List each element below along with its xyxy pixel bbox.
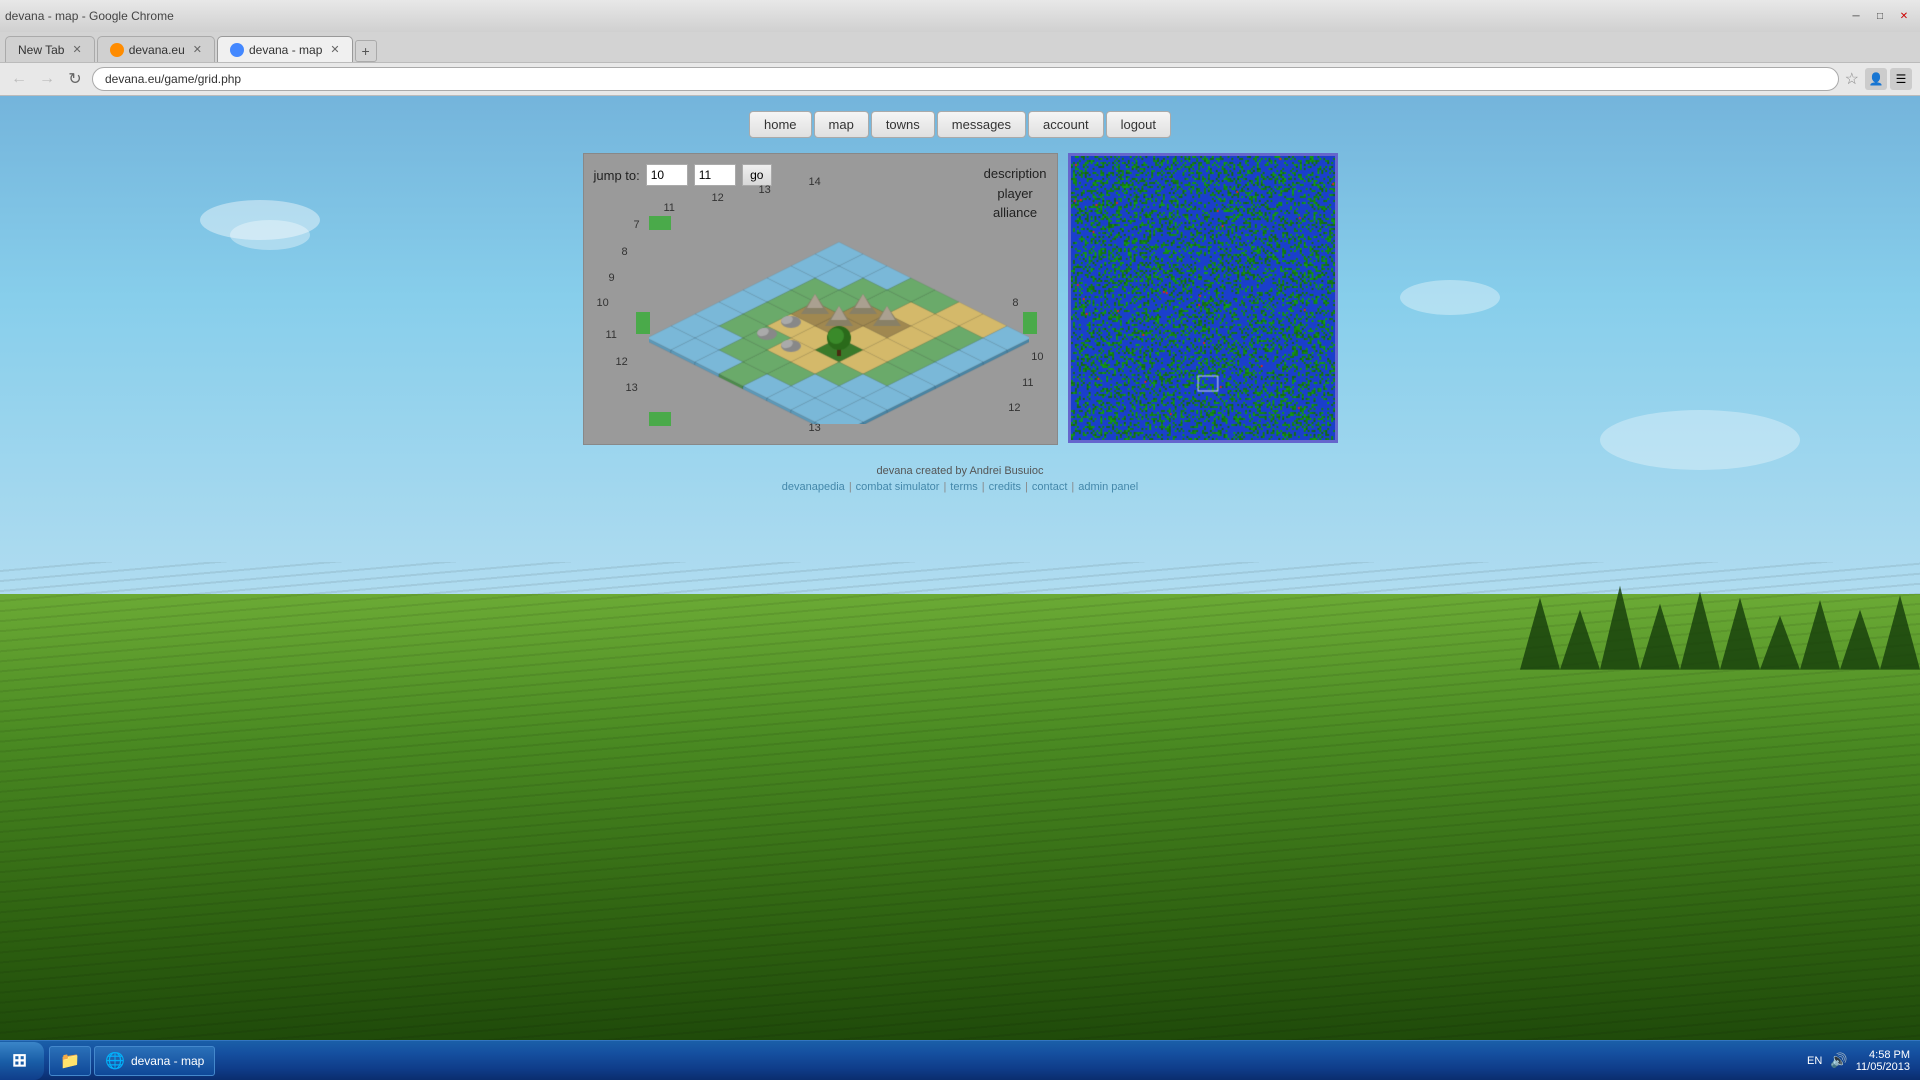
footer-credits[interactable]: credits [989,481,1021,493]
taskbar-task-folder[interactable]: 📁 [49,1046,91,1076]
address-input[interactable] [92,67,1839,91]
arrow-left-button[interactable] [636,312,650,334]
jump-label: jump to: [594,168,640,183]
coord-10-left: 10 [597,297,609,309]
game-area: jump to: go description player alliance … [583,153,1338,445]
taskbar-time: 4:58 PM 11/05/2013 [1856,1049,1910,1073]
new-tab-button[interactable]: + [355,40,377,62]
coord-8-left: 8 [622,246,628,258]
coord-12-left: 12 [616,356,628,368]
tab-label: devana - map [249,43,322,57]
iso-grid-wrapper: 7 8 9 10 11 12 13 11 12 13 14 8 9 10 11 … [594,194,1049,434]
go-button[interactable]: go [742,164,772,186]
tab-label: New Tab [18,43,64,57]
window-controls: ─ □ ✕ [1845,5,1915,27]
footer-contact[interactable]: contact [1032,481,1067,493]
date-display: 11/05/2013 [1856,1061,1910,1073]
user-icon[interactable]: 👤 [1865,68,1887,90]
volume-icon: 🔊 [1830,1052,1847,1069]
tab-close-icon[interactable]: ✕ [72,43,81,56]
footer-devanapedia[interactable]: devanapedia [782,481,845,493]
window-title: devana - map - Google Chrome [5,9,174,23]
folder-icon: 📁 [60,1051,80,1071]
footer-admin-panel[interactable]: admin panel [1078,481,1138,493]
map-panel: jump to: go description player alliance … [583,153,1058,445]
navigation-bar: home map towns messages account logout [749,111,1171,138]
footer-links: devanapedia | combat simulator | terms |… [782,481,1138,493]
jump-x-input[interactable] [646,164,688,186]
footer-combat-simulator[interactable]: combat simulator [856,481,940,493]
maximize-button[interactable]: □ [1869,5,1891,27]
coord-13-left: 13 [626,382,638,394]
minimize-button[interactable]: ─ [1845,5,1867,27]
tab-devana-eu[interactable]: devana.eu ✕ [97,36,215,62]
tab-new-tab[interactable]: New Tab ✕ [5,36,95,62]
time-display: 4:58 PM [1856,1049,1910,1061]
start-button[interactable]: ⊞ [0,1042,44,1080]
back-button[interactable]: ← [8,68,30,90]
coord-12-top: 12 [712,192,724,204]
taskbar-chrome-label: devana - map [131,1054,204,1068]
coord-9-left: 9 [609,272,615,284]
browser-chrome: devana - map - Google Chrome ─ □ ✕ New T… [0,0,1920,96]
taskbar-task-chrome[interactable]: 🌐 devana - map [94,1046,215,1076]
minimap-canvas[interactable] [1071,156,1335,440]
bookmark-star-icon[interactable]: ☆ [1845,69,1859,89]
taskbar-tasks: 📁 🌐 devana - map [44,1046,1797,1076]
footer-terms[interactable]: terms [950,481,978,493]
jump-y-input[interactable] [694,164,736,186]
chrome-icon: 🌐 [105,1051,125,1071]
page-footer: devana created by Andrei Busuioc devanap… [782,465,1138,493]
coord-14-top: 14 [809,176,821,188]
toolbar-icons: 👤 ☰ [1865,68,1912,90]
nav-account[interactable]: account [1028,111,1104,138]
taskbar: ⊞ 📁 🌐 devana - map EN 🔊 4:58 PM 11/05/20… [0,1040,1920,1080]
favicon-devana-map [230,43,244,57]
nav-logout[interactable]: logout [1106,111,1171,138]
footer-credit: devana created by Andrei Busuioc [782,465,1138,477]
coord-13-top: 13 [759,184,771,196]
coord-11-top: 11 [664,202,675,214]
tabs-bar: New Tab ✕ devana.eu ✕ devana - map ✕ + [0,32,1920,62]
nav-towns[interactable]: towns [871,111,935,138]
forward-button[interactable]: → [36,68,58,90]
nav-messages[interactable]: messages [937,111,1026,138]
address-bar-row: ← → ↻ ☆ 👤 ☰ [0,62,1920,96]
tab-close-icon[interactable]: ✕ [193,43,202,56]
coord-10-right: 10 [1031,351,1043,363]
map-description-label: description [984,164,1047,184]
coord-11-left: 11 [606,329,617,341]
close-button[interactable]: ✕ [1893,5,1915,27]
isometric-map[interactable] [649,224,1029,424]
menu-icon[interactable]: ☰ [1890,68,1912,90]
tab-close-icon[interactable]: ✕ [330,43,339,56]
title-bar: devana - map - Google Chrome ─ □ ✕ [0,0,1920,32]
nav-map[interactable]: map [814,111,869,138]
minimap-panel[interactable] [1068,153,1338,443]
tab-label: devana.eu [129,43,185,57]
windows-logo: ⊞ [12,1050,27,1071]
coord-7-left: 7 [634,219,640,231]
tab-devana-map[interactable]: devana - map ✕ [217,36,353,62]
favicon-devana-eu [110,43,124,57]
reload-button[interactable]: ↻ [64,68,86,90]
nav-home[interactable]: home [749,111,812,138]
taskbar-right: EN 🔊 4:58 PM 11/05/2013 [1797,1049,1920,1073]
page-content: home map towns messages account logout j… [0,96,1920,508]
taskbar-lang: EN [1807,1055,1822,1067]
